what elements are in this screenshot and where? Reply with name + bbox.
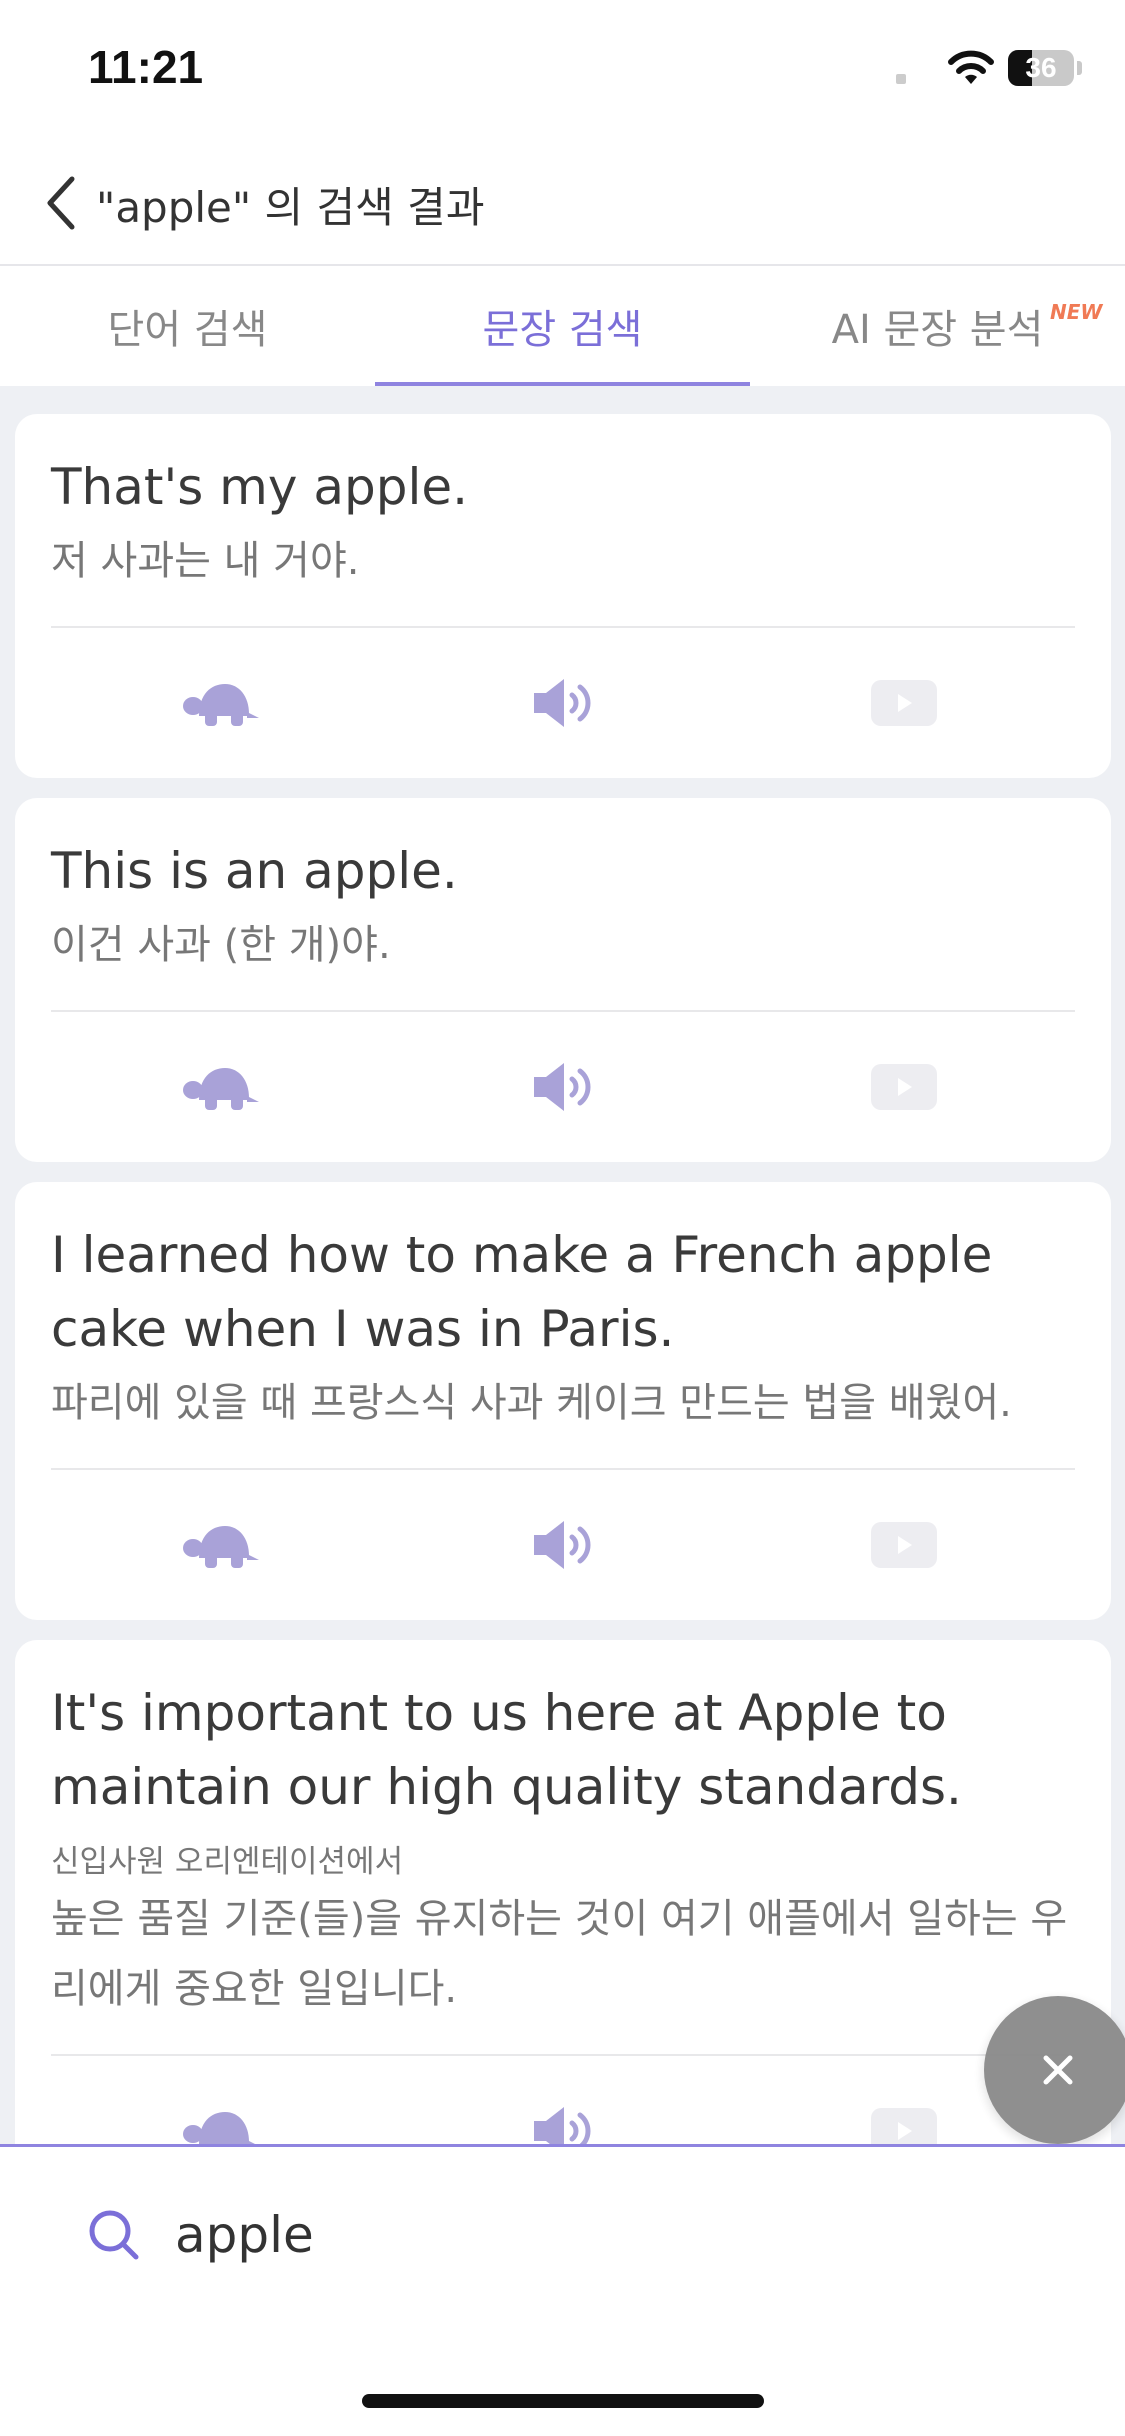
- video-play-icon: [870, 1522, 937, 1568]
- play-audio-button[interactable]: [392, 1470, 733, 1620]
- context-label: 신입사원 오리엔테이션에서: [51, 1844, 404, 1880]
- back-button[interactable]: [30, 168, 90, 238]
- korean-translation: 이건 사과 (한 개)야.: [51, 922, 391, 968]
- search-icon: [89, 2210, 139, 2260]
- close-icon: [1043, 2055, 1073, 2085]
- wifi-icon: [948, 50, 994, 84]
- tab-ai-sentence-analysis[interactable]: AI 문장 분석 NEW: [750, 266, 1125, 386]
- result-card[interactable]: It's important to us here at Apple to ma…: [15, 1640, 1111, 2206]
- close-button[interactable]: [984, 1996, 1125, 2144]
- result-card[interactable]: This is an apple. 이건 사과 (한 개)야.: [15, 798, 1111, 1162]
- speaker-icon: [533, 1063, 590, 1111]
- speaker-icon: [533, 1521, 590, 1569]
- battery-level: 36: [1025, 52, 1057, 83]
- video-play-icon: [870, 680, 937, 726]
- turtle-icon: [182, 1526, 259, 1568]
- tab-label: 단어 검색: [107, 307, 268, 353]
- english-sentence: It's important to us here at Apple to ma…: [51, 1684, 962, 1816]
- korean-translation: 파리에 있을 때 프랑스식 사과 케이크 만드는 법을 배웠어.: [51, 1380, 1012, 1426]
- korean-translation: 저 사과는 내 거야.: [51, 538, 360, 584]
- play-audio-button[interactable]: [392, 628, 733, 778]
- header: "apple" 의 검색 결과: [0, 140, 1125, 266]
- card-actions: [51, 1470, 1075, 1620]
- tab-word-search[interactable]: 단어 검색: [0, 266, 375, 386]
- slow-play-button[interactable]: [51, 1012, 392, 1162]
- status-time: 11:21: [88, 41, 204, 93]
- english-sentence: That's my apple.: [51, 458, 469, 516]
- tab-label: AI 문장 분석: [831, 307, 1044, 353]
- slow-play-button[interactable]: [51, 628, 392, 778]
- tab-label: 문장 검색: [482, 307, 643, 353]
- video-button[interactable]: [733, 628, 1074, 778]
- korean-translation: 높은 품질 기준(들)을 유지하는 것이 여기 애플에서 일하는 우리에게 중요…: [51, 1896, 1068, 2012]
- english-sentence: This is an apple.: [51, 842, 458, 900]
- card-actions: [51, 628, 1075, 778]
- english-sentence: I learned how to make a French apple cak…: [51, 1226, 993, 1358]
- search-input[interactable]: [175, 2193, 1055, 2277]
- status-bar: 11:21 36: [0, 0, 1125, 140]
- signal-indicator: [896, 74, 906, 84]
- battery-tip: [1077, 61, 1082, 75]
- tab-sentence-search[interactable]: 문장 검색: [375, 266, 750, 386]
- video-play-icon: [870, 1064, 937, 1110]
- turtle-icon: [182, 684, 259, 726]
- page-title: "apple" 의 검색 결과: [96, 183, 485, 232]
- new-badge: NEW: [1050, 300, 1103, 324]
- chevron-left-icon: [47, 176, 75, 230]
- sentence-results-list: That's my apple. 저 사과는 내 거야. This is an …: [15, 414, 1111, 2226]
- result-card[interactable]: I learned how to make a French apple cak…: [15, 1182, 1111, 1620]
- search-bar: [0, 2144, 1125, 2436]
- video-button[interactable]: [733, 1470, 1074, 1620]
- battery-icon: 36: [1008, 50, 1074, 86]
- turtle-icon: [182, 1068, 259, 1110]
- card-actions: [51, 1012, 1075, 1162]
- slow-play-button[interactable]: [51, 1470, 392, 1620]
- play-audio-button[interactable]: [392, 1012, 733, 1162]
- speaker-icon: [533, 679, 590, 727]
- tab-bar: 단어 검색 문장 검색 AI 문장 분석 NEW: [0, 266, 1125, 386]
- home-indicator: [362, 2394, 764, 2408]
- result-card[interactable]: That's my apple. 저 사과는 내 거야.: [15, 414, 1111, 778]
- video-button[interactable]: [733, 1012, 1074, 1162]
